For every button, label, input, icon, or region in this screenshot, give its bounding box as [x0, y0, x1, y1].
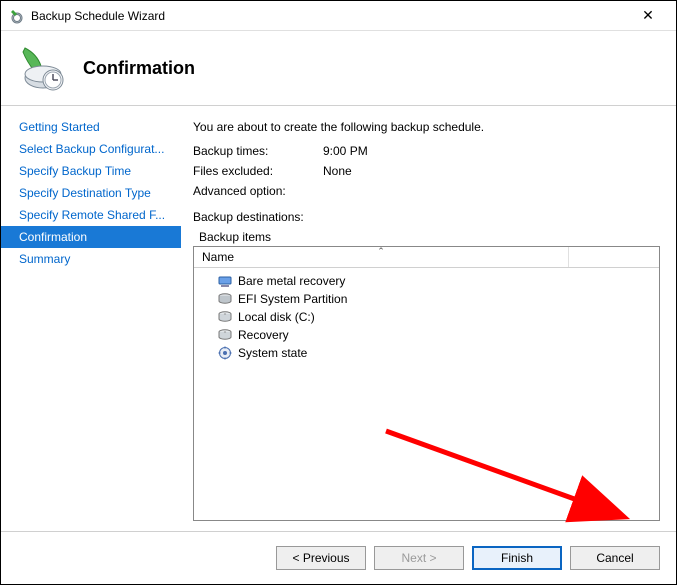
partition-icon [218, 292, 232, 306]
value-files-excluded: None [323, 164, 352, 178]
list-item[interactable]: Local disk (C:) [194, 308, 659, 326]
wizard-body: Getting StartedSelect Backup Configurat.… [1, 106, 676, 531]
column-name[interactable]: ⌃ Name [194, 247, 569, 267]
label-backup-destinations: Backup destinations: [193, 210, 660, 224]
label-advanced-option: Advanced option: [193, 184, 323, 198]
wizard-step[interactable]: Specify Destination Type [1, 182, 181, 204]
column-name-label: Name [202, 250, 234, 264]
list-item-label: Bare metal recovery [238, 274, 345, 288]
wizard-steps: Getting StartedSelect Backup Configurat.… [1, 106, 181, 531]
backup-items-list[interactable]: ⌃ Name Bare metal recovery EFI System Par… [193, 246, 660, 521]
wizard-step[interactable]: Specify Remote Shared F... [1, 204, 181, 226]
wizard-content: You are about to create the following ba… [181, 106, 676, 531]
list-item-label: EFI System Partition [238, 292, 347, 306]
intro-text: You are about to create the following ba… [193, 120, 660, 134]
row-backup-times: Backup times: 9:00 PM [193, 144, 660, 158]
column-spacer [569, 247, 659, 267]
value-backup-times: 9:00 PM [323, 144, 368, 158]
close-button[interactable]: ✕ [628, 7, 668, 24]
label-backup-times: Backup times: [193, 144, 323, 158]
row-files-excluded: Files excluded: None [193, 164, 660, 178]
wizard-step[interactable]: Specify Backup Time [1, 160, 181, 182]
disk-icon [218, 310, 232, 324]
bare-metal-icon [218, 274, 232, 288]
wizard-icon [19, 44, 67, 92]
window-title: Backup Schedule Wizard [31, 9, 628, 23]
list-item[interactable]: EFI System Partition [194, 290, 659, 308]
list-item[interactable]: Recovery [194, 326, 659, 344]
list-item-label: Local disk (C:) [238, 310, 315, 324]
wizard-step[interactable]: Confirmation [1, 226, 181, 248]
page-heading: Confirmation [83, 58, 195, 79]
list-item-label: Recovery [238, 328, 289, 342]
wizard-step[interactable]: Getting Started [1, 116, 181, 138]
cancel-button[interactable]: Cancel [570, 546, 660, 570]
wizard-step[interactable]: Summary [1, 248, 181, 270]
titlebar: Backup Schedule Wizard ✕ [1, 1, 676, 31]
wizard-header: Confirmation [1, 31, 676, 106]
list-item-label: System state [238, 346, 307, 360]
finish-button[interactable]: Finish [472, 546, 562, 570]
list-item[interactable]: Bare metal recovery [194, 272, 659, 290]
label-backup-items: Backup items [199, 230, 660, 244]
sort-caret-icon: ⌃ [377, 246, 385, 257]
wizard-window: Backup Schedule Wizard ✕ Confirmation Ge… [0, 0, 677, 585]
disk-icon [218, 328, 232, 342]
list-item[interactable]: System state [194, 344, 659, 362]
previous-button[interactable]: < Previous [276, 546, 366, 570]
system-icon [218, 346, 232, 360]
label-files-excluded: Files excluded: [193, 164, 323, 178]
list-header[interactable]: ⌃ Name [194, 247, 659, 268]
wizard-footer: < Previous Next > Finish Cancel [1, 531, 676, 584]
app-icon [9, 8, 25, 24]
next-button: Next > [374, 546, 464, 570]
list-body: Bare metal recovery EFI System Partition L… [194, 268, 659, 366]
row-advanced-option: Advanced option: [193, 184, 660, 198]
wizard-step[interactable]: Select Backup Configurat... [1, 138, 181, 160]
